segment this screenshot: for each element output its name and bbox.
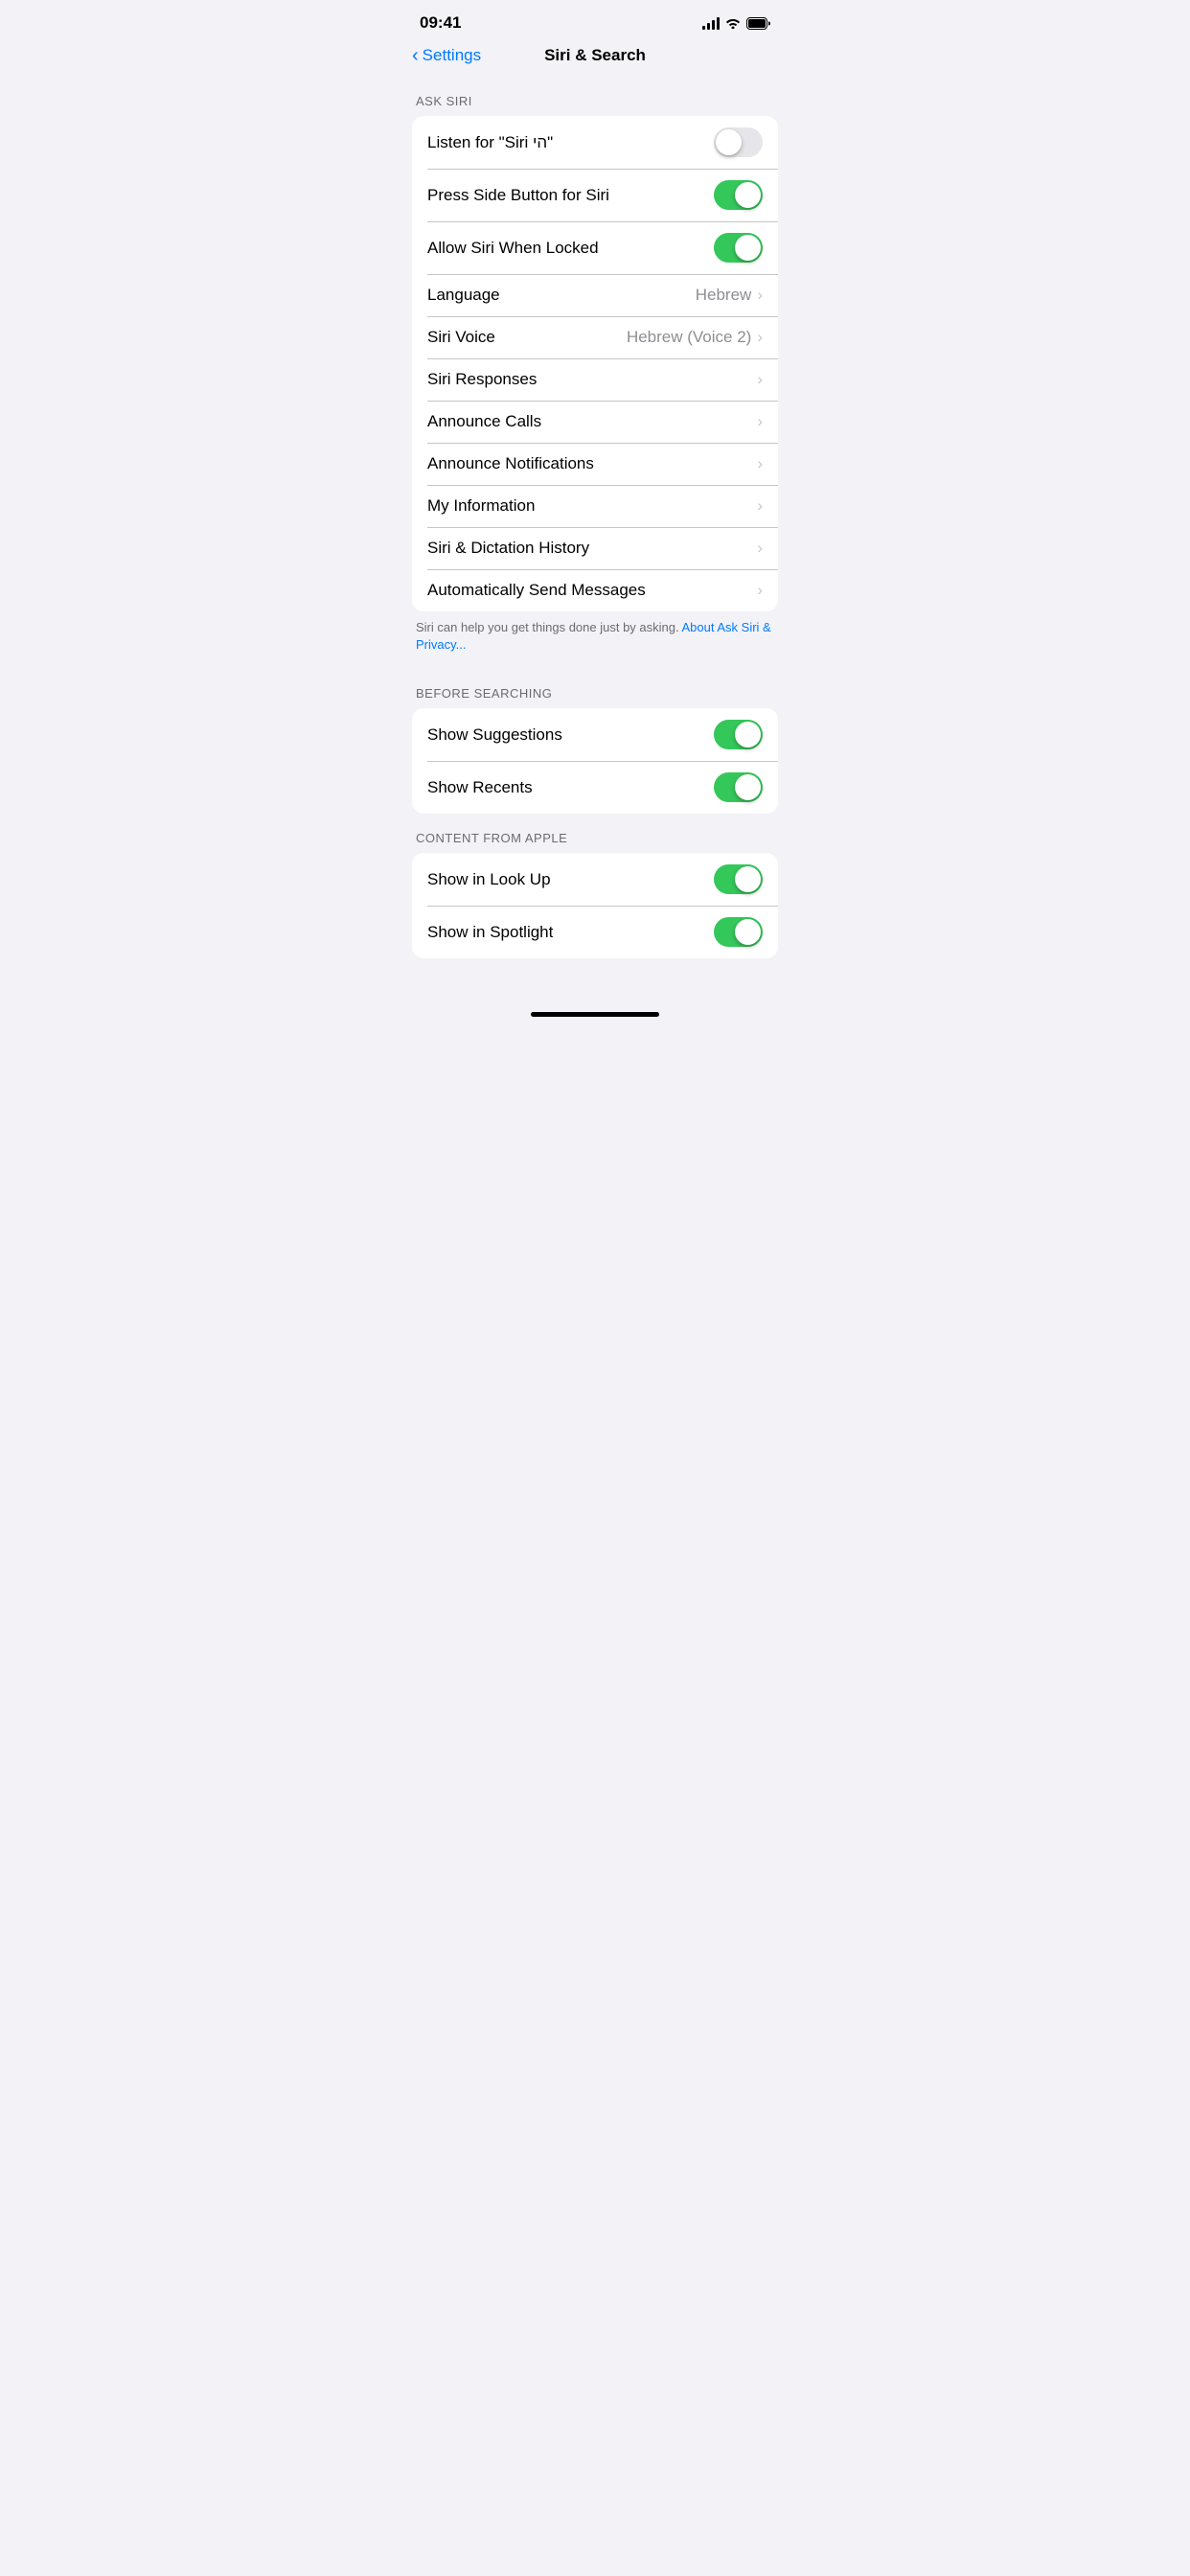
show-recents-toggle[interactable] — [714, 772, 763, 802]
siri-dictation-history-label: Siri & Dictation History — [427, 539, 589, 558]
press-side-button-label: Press Side Button for Siri — [427, 186, 609, 205]
card-before-searching: Show Suggestions Show Recents — [412, 708, 778, 814]
section-footer-ask-siri: Siri can help you get things done just b… — [397, 611, 793, 669]
row-show-recents[interactable]: Show Recents — [412, 761, 778, 814]
listen-siri-toggle[interactable] — [714, 127, 763, 157]
back-label: Settings — [423, 46, 481, 65]
wifi-icon — [725, 17, 741, 29]
siri-voice-right: Hebrew (Voice 2) › — [627, 328, 763, 347]
announce-notifications-label: Announce Notifications — [427, 454, 594, 473]
ask-siri-privacy-link[interactable]: About Ask Siri & Privacy... — [416, 620, 771, 652]
announce-calls-chevron-icon: › — [757, 412, 763, 431]
language-label: Language — [427, 286, 500, 305]
announce-calls-label: Announce Calls — [427, 412, 541, 431]
toggle-knob — [735, 182, 761, 208]
siri-responses-right: › — [757, 370, 763, 389]
toggle-knob — [716, 129, 742, 155]
section-header-before-searching: BEFORE SEARCHING — [397, 669, 793, 708]
my-information-chevron-icon: › — [757, 496, 763, 516]
row-allow-locked[interactable]: Allow Siri When Locked — [412, 221, 778, 274]
toggle-knob — [735, 722, 761, 748]
section-before-searching: BEFORE SEARCHING Show Suggestions Show R… — [397, 669, 793, 814]
back-chevron-icon: ‹ — [412, 46, 419, 65]
show-in-look-up-label: Show in Look Up — [427, 870, 551, 889]
row-press-side-button[interactable]: Press Side Button for Siri — [412, 169, 778, 221]
battery-icon — [746, 17, 770, 30]
siri-responses-chevron-icon: › — [757, 370, 763, 389]
siri-responses-label: Siri Responses — [427, 370, 537, 389]
page-title: Siri & Search — [544, 46, 646, 65]
status-icons — [702, 16, 770, 30]
siri-dictation-history-right: › — [757, 539, 763, 558]
row-auto-send-messages[interactable]: Automatically Send Messages › — [412, 569, 778, 611]
press-side-button-toggle[interactable] — [714, 180, 763, 210]
content: ASK SIRI Listen for "Siri הי" Press Side… — [397, 77, 793, 997]
home-bar — [531, 1012, 659, 1017]
auto-send-messages-right: › — [757, 581, 763, 600]
toggle-knob — [735, 866, 761, 892]
toggle-knob — [735, 774, 761, 800]
section-content-from-apple: CONTENT FROM APPLE Show in Look Up Show … — [397, 814, 793, 958]
allow-locked-toggle[interactable] — [714, 233, 763, 263]
siri-voice-value: Hebrew (Voice 2) — [627, 328, 751, 347]
auto-send-messages-label: Automatically Send Messages — [427, 581, 646, 600]
announce-calls-right: › — [757, 412, 763, 431]
announce-notifications-chevron-icon: › — [757, 454, 763, 473]
home-indicator — [397, 1004, 793, 1024]
section-ask-siri: ASK SIRI Listen for "Siri הי" Press Side… — [397, 77, 793, 669]
toggle-knob — [735, 919, 761, 945]
row-listen-siri[interactable]: Listen for "Siri הי" — [412, 116, 778, 169]
row-announce-calls[interactable]: Announce Calls › — [412, 401, 778, 443]
section-header-content-from-apple: CONTENT FROM APPLE — [397, 814, 793, 853]
back-button[interactable]: ‹ Settings — [412, 46, 481, 65]
listen-siri-label: Listen for "Siri הי" — [427, 133, 553, 152]
show-suggestions-label: Show Suggestions — [427, 725, 562, 745]
row-announce-notifications[interactable]: Announce Notifications › — [412, 443, 778, 485]
row-siri-responses[interactable]: Siri Responses › — [412, 358, 778, 401]
siri-dictation-history-chevron-icon: › — [757, 539, 763, 558]
show-suggestions-toggle[interactable] — [714, 720, 763, 749]
siri-voice-label: Siri Voice — [427, 328, 495, 347]
show-in-look-up-toggle[interactable] — [714, 864, 763, 894]
row-show-suggestions[interactable]: Show Suggestions — [412, 708, 778, 761]
nav-bar: ‹ Settings Siri & Search — [397, 38, 793, 77]
row-language[interactable]: Language Hebrew › — [412, 274, 778, 316]
language-right: Hebrew › — [696, 286, 763, 305]
row-siri-voice[interactable]: Siri Voice Hebrew (Voice 2) › — [412, 316, 778, 358]
status-bar: 09:41 — [397, 0, 793, 38]
row-my-information[interactable]: My Information › — [412, 485, 778, 527]
allow-locked-label: Allow Siri When Locked — [427, 239, 599, 258]
language-value: Hebrew — [696, 286, 752, 305]
card-content-from-apple: Show in Look Up Show in Spotlight — [412, 853, 778, 958]
language-chevron-icon: › — [757, 286, 763, 305]
card-ask-siri: Listen for "Siri הי" Press Side Button f… — [412, 116, 778, 611]
status-time: 09:41 — [420, 13, 461, 33]
row-show-in-spotlight[interactable]: Show in Spotlight — [412, 906, 778, 958]
toggle-knob — [735, 235, 761, 261]
show-in-spotlight-label: Show in Spotlight — [427, 923, 553, 942]
my-information-label: My Information — [427, 496, 535, 516]
row-show-in-look-up[interactable]: Show in Look Up — [412, 853, 778, 906]
show-in-spotlight-toggle[interactable] — [714, 917, 763, 947]
section-header-ask-siri: ASK SIRI — [397, 77, 793, 116]
row-siri-dictation-history[interactable]: Siri & Dictation History › — [412, 527, 778, 569]
signal-icon — [702, 16, 720, 30]
my-information-right: › — [757, 496, 763, 516]
auto-send-messages-chevron-icon: › — [757, 581, 763, 600]
show-recents-label: Show Recents — [427, 778, 533, 797]
siri-voice-chevron-icon: › — [757, 328, 763, 347]
announce-notifications-right: › — [757, 454, 763, 473]
